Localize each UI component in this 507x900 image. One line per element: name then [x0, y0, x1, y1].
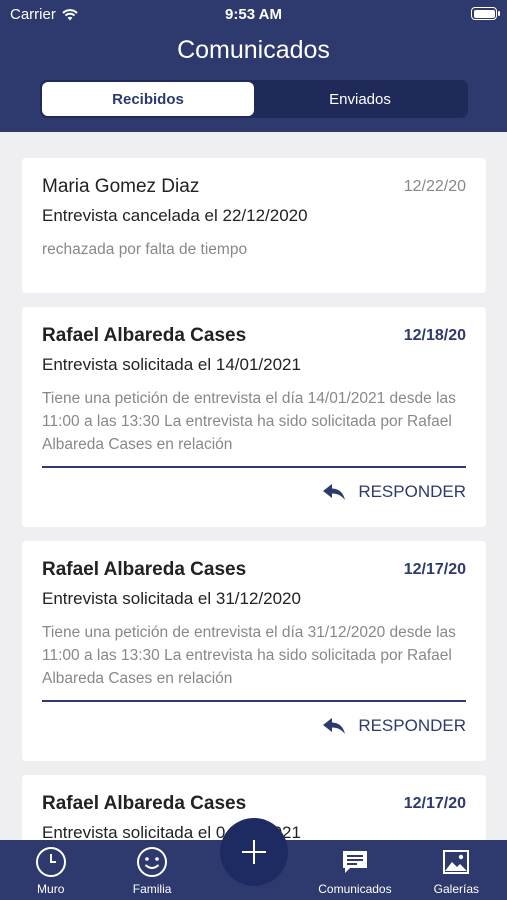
reply-icon [323, 717, 346, 734]
tab-comunicados[interactable]: Comunicados [304, 840, 405, 900]
compose-button[interactable] [220, 818, 288, 886]
tab-label: Galerías [433, 882, 479, 896]
header: Carrier 9:53 AM Comunicados Recibidos En… [0, 0, 507, 132]
message-list: Maria Gomez Diaz 12/22/20 Entrevista can… [22, 158, 486, 900]
status-bar: Carrier 9:53 AM [0, 4, 507, 24]
page-title: Comunicados [177, 36, 330, 64]
clock-time: 9:53 AM [225, 6, 282, 23]
reply-icon [323, 483, 346, 500]
tab-label: Familia [132, 882, 172, 896]
message-date: 12/17/20 [403, 795, 466, 812]
tab-label: Comunicados [318, 882, 392, 896]
respond-label: RESPONDER [358, 481, 466, 501]
message-sender: Rafael Albareda Cases [42, 793, 247, 814]
tab-muro[interactable]: Muro [0, 840, 101, 900]
message-date: 12/18/20 [403, 327, 466, 344]
gallery-icon [440, 846, 472, 878]
chat-icon [339, 846, 371, 878]
message-date: 12/17/20 [403, 561, 466, 578]
respond-button[interactable]: RESPONDER [42, 468, 466, 516]
message-body: Tiene una petición de entrevista el día … [42, 390, 456, 453]
message-sender: Maria Gomez Diaz [42, 176, 200, 197]
message-date: 12/22/20 [403, 178, 466, 195]
message-card[interactable]: Rafael Albareda Cases 12/17/20 Entrevist… [22, 541, 486, 761]
message-sender: Rafael Albareda Cases [42, 325, 247, 346]
tab-label: Muro [37, 882, 65, 896]
message-card[interactable]: Rafael Albareda Cases 12/18/20 Entrevist… [22, 307, 486, 527]
battery-icon [471, 7, 500, 20]
segment-enviados[interactable]: Enviados [254, 82, 466, 116]
message-subject: Entrevista solicitada el 14/01/2021 [42, 355, 301, 374]
message-body: Tiene una petición de entrevista el día … [42, 624, 456, 687]
respond-label: RESPONDER [358, 715, 466, 735]
plus-icon [242, 840, 266, 864]
segment-recibidos[interactable]: Recibidos [42, 82, 254, 116]
tab-familia[interactable]: Familia [101, 840, 202, 900]
message-card[interactable]: Maria Gomez Diaz 12/22/20 Entrevista can… [22, 158, 486, 293]
message-subject: Entrevista solicitada el 31/12/2020 [42, 589, 301, 608]
message-subject: Entrevista cancelada el 22/12/2020 [42, 206, 308, 225]
segmented-control: Recibidos Enviados [40, 80, 468, 118]
message-sender: Rafael Albareda Cases [42, 559, 247, 580]
smiley-icon [136, 846, 168, 878]
clock-icon [35, 846, 67, 878]
tab-galerias[interactable]: Galerías [406, 840, 507, 900]
message-body: rechazada por falta de tiempo [42, 241, 248, 258]
respond-button[interactable]: RESPONDER [42, 702, 466, 750]
